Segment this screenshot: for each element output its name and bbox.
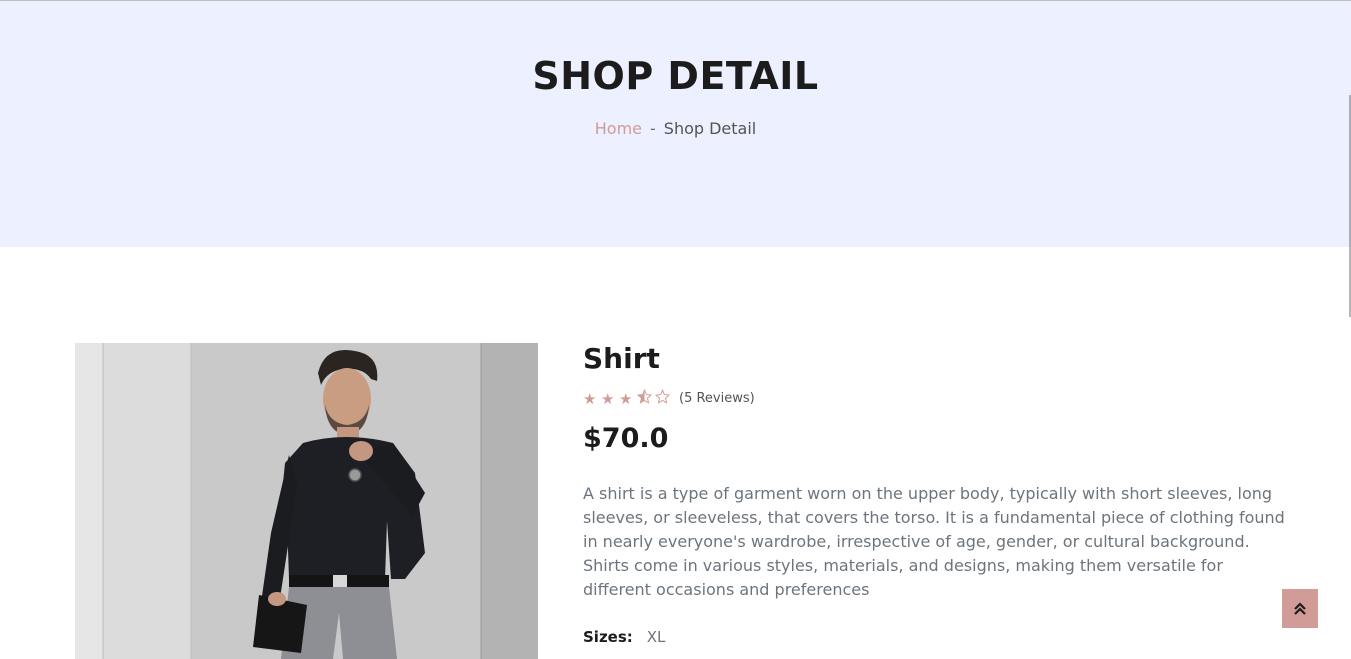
product-name: Shirt xyxy=(583,342,660,375)
star-icon: ★ xyxy=(601,389,615,408)
size-option-xl[interactable]: XL xyxy=(647,628,666,646)
product-rating: ★ ★ ★ (5 Reviews) xyxy=(583,388,755,408)
breadcrumb: Home - Shop Detail xyxy=(0,119,1351,138)
product-image[interactable] xyxy=(75,343,538,659)
double-chevron-up-icon xyxy=(1294,601,1306,615)
product-price: $70.0 xyxy=(583,423,669,454)
page-title: SHOP DETAIL xyxy=(532,54,819,98)
review-count[interactable]: (5 Reviews) xyxy=(679,391,755,406)
star-icon: ★ xyxy=(619,389,633,408)
product-photo xyxy=(75,343,538,659)
sizes-label: Sizes: xyxy=(583,628,633,646)
back-to-top-button[interactable] xyxy=(1282,589,1318,628)
star-half-icon xyxy=(636,388,653,408)
breadcrumb-separator: - xyxy=(650,119,656,138)
product-info: Shirt ★ ★ ★ (5 Reviews) $70.0 A shirt is… xyxy=(583,342,1285,647)
star-icon: ★ xyxy=(583,389,597,408)
page-header: SHOP DETAIL Home - Shop Detail xyxy=(0,1,1351,247)
product-description: A shirt is a type of garment worn on the… xyxy=(583,484,1285,599)
breadcrumb-home-link[interactable]: Home xyxy=(595,119,642,138)
product-sizes: Sizes: XL xyxy=(583,628,665,646)
star-outline-icon xyxy=(654,388,671,408)
breadcrumb-current: Shop Detail xyxy=(663,119,757,138)
